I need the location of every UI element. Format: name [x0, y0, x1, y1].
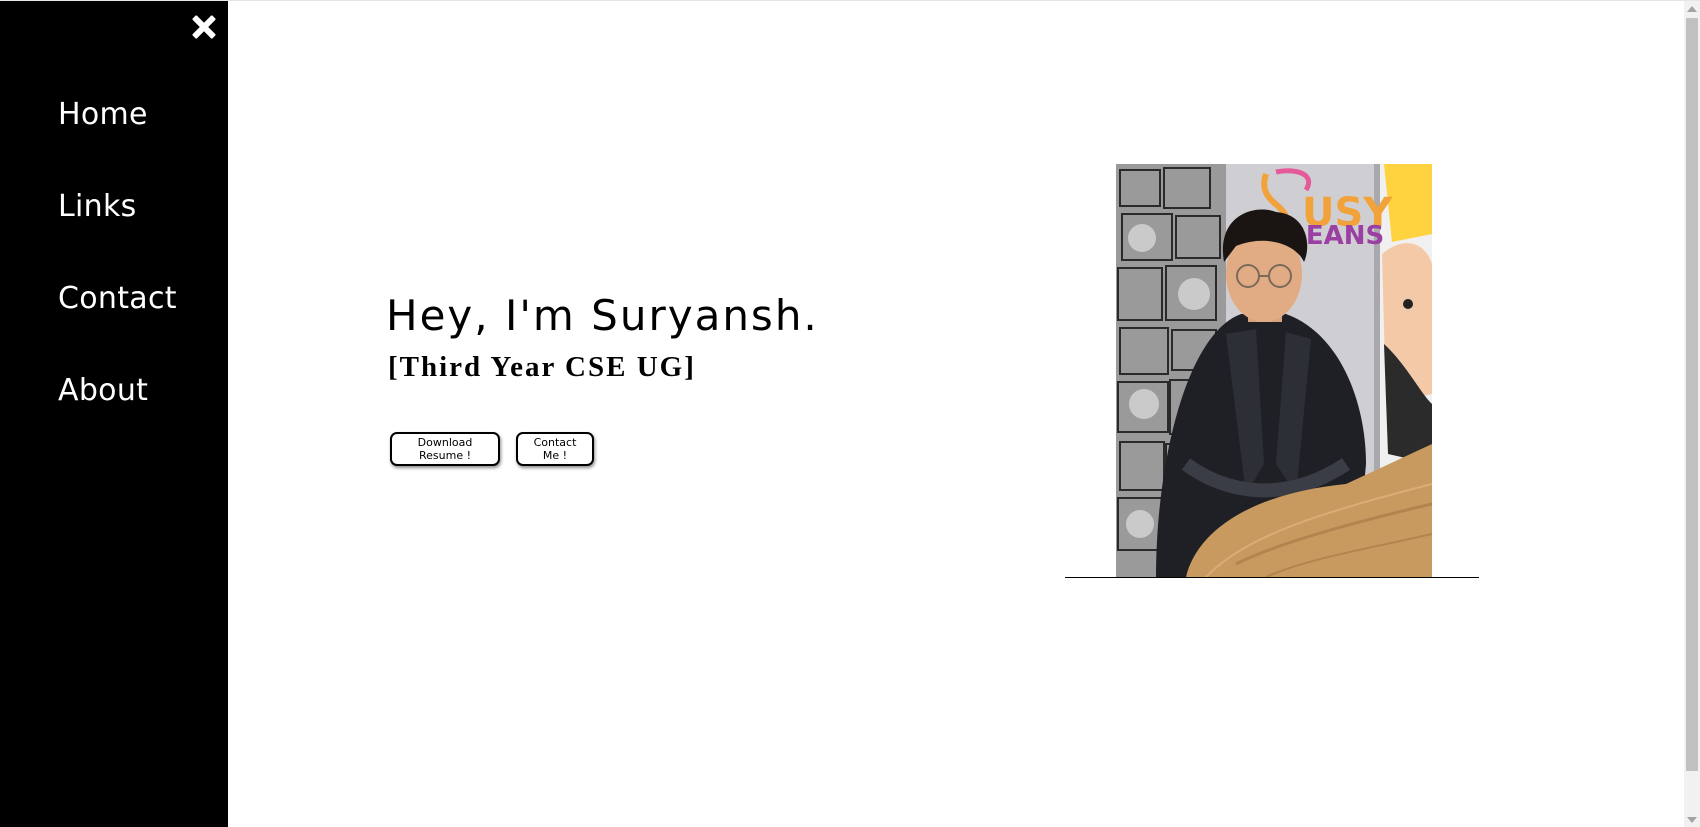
nav-item-contact: Contact — [58, 281, 177, 373]
download-resume-button[interactable]: Download Resume ! — [390, 432, 500, 466]
photo-underline — [1065, 577, 1479, 578]
scroll-up-arrow-icon[interactable] — [1687, 6, 1697, 12]
hero-title: Hey, I'm Suryansh. — [386, 291, 819, 340]
vertical-scrollbar[interactable] — [1684, 1, 1700, 827]
nav-item-about: About — [58, 373, 177, 465]
hero-actions: Download Resume ! Contact Me ! — [390, 432, 594, 466]
sidebar: Home Links Contact About — [0, 1, 228, 827]
nav-link-home[interactable]: Home — [58, 97, 148, 132]
nav-link-contact[interactable]: Contact — [58, 281, 177, 316]
scroll-thumb[interactable] — [1686, 18, 1698, 771]
contact-me-button[interactable]: Contact Me ! — [516, 432, 594, 466]
nav-item-home: Home — [58, 97, 177, 189]
close-icon[interactable] — [188, 11, 220, 43]
nav-menu: Home Links Contact About — [58, 97, 177, 465]
hero-section: Hey, I'm Suryansh. [Third Year CSE UG] — [386, 289, 819, 385]
nav-link-about[interactable]: About — [58, 373, 148, 408]
nav-link-links[interactable]: Links — [58, 189, 137, 224]
profile-photo: USY BEANS — [1116, 164, 1432, 577]
hero-subtitle: [Third Year CSE UG] — [388, 351, 696, 383]
page: Home Links Contact About Hey, I'm Suryan… — [0, 0, 1700, 827]
scroll-down-arrow-icon[interactable] — [1687, 817, 1697, 823]
nav-item-links: Links — [58, 189, 177, 281]
